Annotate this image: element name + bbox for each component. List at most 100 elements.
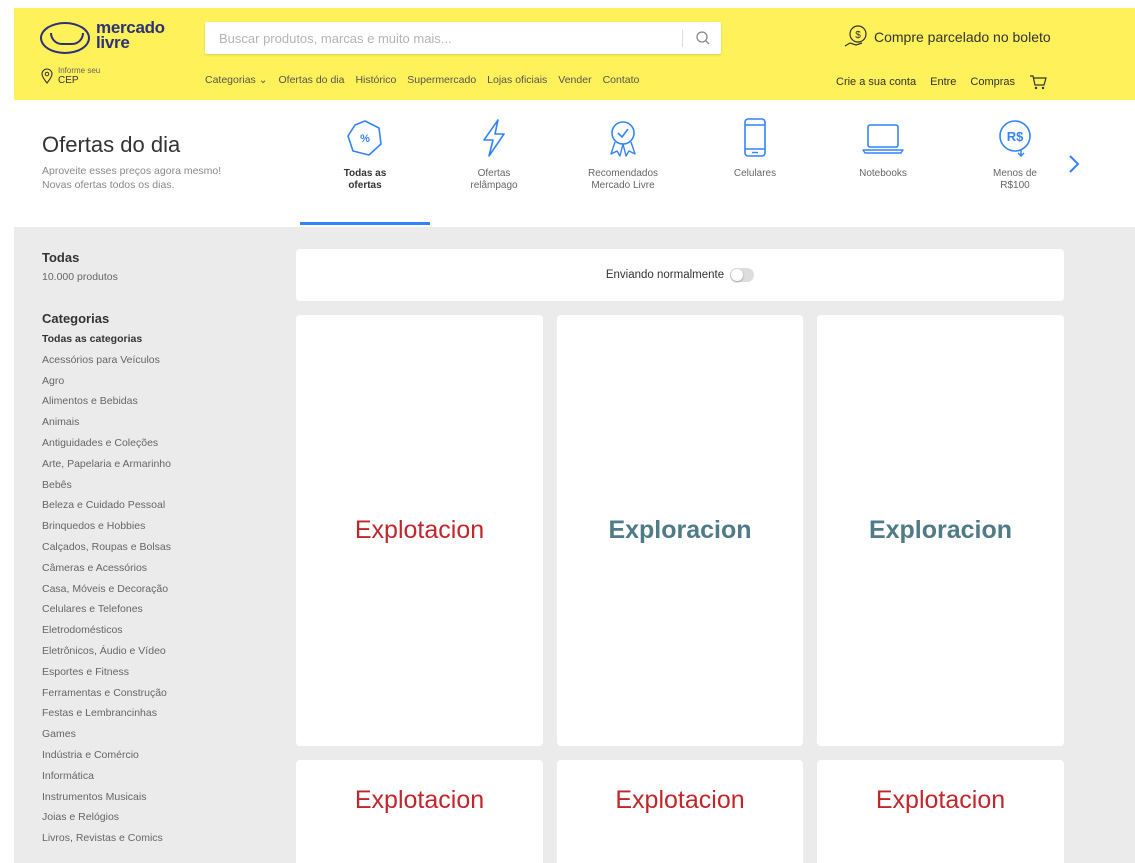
search-divider (682, 30, 683, 47)
nav-contato[interactable]: Contato (603, 74, 640, 86)
category-item[interactable]: Acessórios para Veículos (42, 350, 262, 371)
product-card[interactable]: Explotacion (296, 760, 543, 863)
category-recomendados[interactable]: Recomendados Mercado Livre (563, 116, 683, 192)
category-item[interactable]: Informática (42, 766, 262, 787)
category-item[interactable]: Animais (42, 412, 262, 433)
coin-hand-icon: $ (844, 25, 867, 47)
nav-lojas-oficiais[interactable]: Lojas oficiais (487, 74, 547, 86)
percent-badge-icon: % (347, 120, 382, 156)
deals-title: Ofertas do dia (42, 132, 181, 157)
category-label-line-2: ofertas (348, 180, 382, 191)
search-input[interactable] (205, 22, 675, 54)
laptop-icon (862, 124, 904, 154)
category-menos-de-100[interactable]: R$ Menos de R$100 (955, 116, 1075, 192)
filters-sidebar: Todas 10.000 produtos Categorias Todas a… (42, 250, 262, 849)
product-card[interactable]: Explotacion (296, 315, 543, 746)
nav-categorias[interactable]: Categorias ⌄ (205, 74, 268, 86)
deals-subtitle: Aproveite esses preços agora mesmo! Nova… (42, 164, 221, 192)
product-card[interactable]: Exploracion (817, 315, 1064, 746)
boleto-promo[interactable]: $ Compre parcelado no boleto (844, 22, 1051, 52)
category-list: Todas as categorias Acessórios para Veíc… (42, 329, 262, 849)
card-label: Exploracion (868, 516, 1013, 544)
category-label-line-2: R$100 (1000, 180, 1030, 191)
category-item[interactable]: Celulares e Telefones (42, 599, 262, 620)
category-label: Ofertas relâmpago (434, 168, 554, 192)
shipping-filter: Enviando normalmente (296, 249, 1064, 301)
cep-text: Informe seu CEP (58, 66, 100, 86)
login-link[interactable]: Entre (930, 76, 956, 88)
cep-selector[interactable]: Informe seu CEP (40, 66, 100, 86)
shipping-toggle[interactable] (730, 268, 755, 282)
category-item[interactable]: Todas as categorias (42, 329, 262, 350)
category-notebooks[interactable]: Notebooks (823, 116, 943, 180)
product-count: 10.000 produtos (42, 271, 118, 283)
search-button[interactable] (685, 22, 721, 54)
promo-text: Compre parcelado no boleto (874, 29, 1051, 45)
logo-line-2: livre (96, 33, 130, 52)
award-icon (610, 121, 636, 157)
card-label: Explotacion (875, 786, 1006, 814)
location-pin-icon (41, 68, 53, 84)
category-item[interactable]: Arte, Papelaria e Armarinho (42, 454, 262, 475)
category-todas-as-ofertas[interactable]: % Todas as ofertas (305, 116, 425, 192)
category-item[interactable]: Brinquedos e Hobbies (42, 516, 262, 537)
phone-icon (744, 118, 766, 157)
category-label-line-1: Ofertas (477, 168, 511, 179)
product-card[interactable]: Explotacion (557, 760, 803, 863)
categories-heading: Categorias (42, 311, 110, 326)
create-account-link[interactable]: Crie a sua conta (836, 76, 916, 88)
category-item[interactable]: Câmeras e Acessórios (42, 558, 262, 579)
active-tab-indicator (300, 222, 430, 225)
product-card[interactable]: Explotacion (817, 760, 1064, 863)
nav-vender[interactable]: Vender (558, 74, 591, 86)
category-label: Notebooks (859, 168, 907, 179)
chevron-right-icon[interactable] (1064, 152, 1084, 176)
category-item[interactable]: Esportes e Fitness (42, 662, 262, 683)
sidebar-title: Todas (42, 250, 80, 265)
category-item[interactable]: Joias e Relógios (42, 807, 262, 828)
cep-label: CEP (58, 75, 79, 86)
card-label: Explotacion (354, 516, 485, 544)
page-frame: mercado livre $ Compre parcelado no bole… (14, 8, 1135, 863)
category-item[interactable]: Eletrodomésticos (42, 620, 262, 641)
category-item[interactable]: Instrumentos Musicais (42, 787, 262, 808)
category-celulares[interactable]: Celulares (695, 116, 815, 180)
cart-icon[interactable] (1029, 74, 1047, 90)
category-item[interactable]: Livros, Revistas e Comics (42, 828, 262, 849)
category-item[interactable]: Festas e Lembrancinhas (42, 703, 262, 724)
card-label: Exploracion (608, 516, 752, 544)
category-item[interactable]: Ferramentas e Construção (42, 683, 262, 704)
category-item[interactable]: Alimentos e Bebidas (42, 391, 262, 412)
category-label: Menos de R$100 (955, 168, 1075, 192)
nav-supermercado[interactable]: Supermercado (407, 74, 476, 86)
logo-text: mercado livre (96, 19, 165, 52)
category-item[interactable]: Eletrônicos, Áudio e Vídeo (42, 641, 262, 662)
category-ofertas-relampago[interactable]: Ofertas relâmpago (434, 116, 554, 192)
category-label-line-1: Recomendados (587, 168, 659, 179)
category-item[interactable]: Beleza e Cuidado Pessoal (42, 495, 262, 516)
category-item[interactable]: Agro (42, 371, 262, 392)
money-icon: R$ (999, 120, 1031, 157)
deals-subtitle-line-1: Aproveite esses preços agora mesmo! (42, 165, 222, 177)
category-item[interactable]: Indústria e Comércio (42, 745, 262, 766)
category-label: Todas as ofertas (305, 168, 425, 192)
purchases-link[interactable]: Compras (970, 76, 1015, 88)
category-item[interactable]: Casa, Móveis e Decoração (42, 579, 262, 600)
nav-historico[interactable]: Histórico (355, 74, 396, 86)
nav-ofertas-do-dia[interactable]: Ofertas do dia (279, 74, 345, 86)
category-label: Celulares (733, 168, 777, 179)
search-icon (696, 31, 710, 45)
svg-text:R$: R$ (1007, 129, 1024, 144)
category-item[interactable]: Calçados, Roupas e Bolsas (42, 537, 262, 558)
deals-subtitle-line-2: Novas ofertas todos os dias. (42, 179, 175, 191)
product-card[interactable]: Exploracion (557, 315, 803, 746)
main-nav: Categorias ⌄ Ofertas do dia Histórico Su… (205, 74, 639, 86)
card-label: Explotacion (615, 786, 745, 814)
category-item[interactable]: Bebês (42, 475, 262, 496)
mercado-livre-logo[interactable]: mercado livre (40, 18, 180, 58)
category-item[interactable]: Games (42, 724, 262, 745)
deals-bar: Ofertas do dia Aproveite esses preços ag… (14, 100, 1135, 227)
category-item[interactable]: Antiguidades e Coleções (42, 433, 262, 454)
category-label-line-2: Mercado Livre (591, 180, 655, 191)
category-label: Recomendados Mercado Livre (563, 168, 683, 192)
